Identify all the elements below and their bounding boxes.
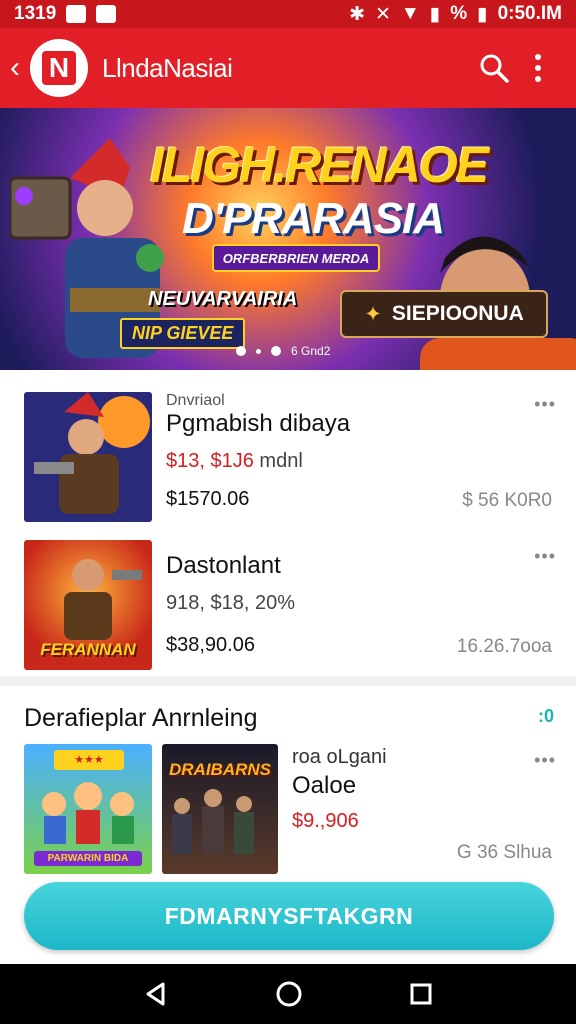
game-thumbnail[interactable] xyxy=(24,392,152,522)
price-highlight: $13, $1J6 xyxy=(166,450,254,472)
battery-icon: ▮ xyxy=(477,3,488,25)
status-bar: 1319 ✱ ✕ ▼ ▮ % ▮ 0:50.IM xyxy=(0,0,576,28)
banner-title: ILIGH.RENAOE xyxy=(150,137,489,193)
status-time: 1319 xyxy=(14,3,57,24)
app-logo[interactable]: N xyxy=(30,39,88,97)
section-divider xyxy=(0,676,576,686)
banner-cta-label: SIEPIOONUA xyxy=(391,302,524,325)
pager-dot[interactable] xyxy=(236,346,246,356)
recents-icon[interactable] xyxy=(409,982,433,1006)
banner-badge: NIP GIEVEE xyxy=(120,318,246,349)
app-bar: ‹ N LlndaNasiai xyxy=(0,28,576,108)
game-amount: $1570.06 xyxy=(166,488,250,510)
back-icon[interactable] xyxy=(143,981,169,1007)
more-horizontal-icon[interactable]: ••• xyxy=(534,394,556,415)
pager-dot[interactable] xyxy=(256,348,261,354)
list-item[interactable]: Dnvriaol Pgmabish dibaya $13, $1J6 mdnl … xyxy=(0,392,576,532)
search-button[interactable] xyxy=(472,46,516,90)
game-meta: 16.26.7ooa xyxy=(456,636,552,657)
game-subtitle: roa oLgani xyxy=(292,746,387,768)
home-icon[interactable] xyxy=(275,980,303,1008)
price-note: mdnl xyxy=(253,450,303,472)
bluetooth-icon: ✱ xyxy=(349,3,365,25)
overflow-menu-button[interactable] xyxy=(516,46,560,90)
app-title: LlndaNasiai xyxy=(102,52,233,83)
game-thumbnail[interactable]: DRAIBARNS xyxy=(162,744,278,874)
game-price: $13, $1J6 mdnl xyxy=(166,450,303,473)
thumbnail-caption: FERANNAN xyxy=(40,640,136,659)
game-developer: Dnvriaol xyxy=(166,392,225,409)
game-title: Oaloe xyxy=(292,772,357,799)
status-left: 1319 xyxy=(14,3,117,25)
game-price: $9.,906 xyxy=(292,810,359,832)
pager-dot[interactable] xyxy=(271,346,281,356)
promo-banner[interactable]: ILIGH.RENAOE D'PRARASIA ORFBERBRIEN MERD… xyxy=(0,108,576,370)
game-meta: $ 56 K0R0 xyxy=(462,490,552,511)
game-thumbnail[interactable]: FERANNAN xyxy=(24,540,152,670)
game-thumbnail[interactable]: ★★★ PARWARIN BIDA xyxy=(24,744,152,874)
thumbnail-caption: PARWARIN BIDA xyxy=(34,851,142,866)
primary-cta-button[interactable]: FDMARNYSFTAKGRN xyxy=(24,882,554,950)
cell-signal-icon: ▮ xyxy=(429,3,441,25)
more-horizontal-icon[interactable]: ••• xyxy=(534,546,556,567)
wifi-icon: ▼ xyxy=(400,3,420,24)
game-character-art xyxy=(64,559,142,640)
notification-icon xyxy=(66,5,87,23)
thumbnail-caption: DRAIBARNS xyxy=(169,760,271,779)
search-icon xyxy=(480,54,509,83)
game-amount: $38,90.06 xyxy=(166,634,255,656)
logo-mark: N xyxy=(42,51,76,85)
app-notification-icon xyxy=(96,5,117,23)
section-list-item[interactable]: ★★★ PARWARIN BIDA DRAIBARNS roa oLgani O… xyxy=(0,744,576,884)
banner-cta-button[interactable]: ✦ SIEPIOONUA xyxy=(340,290,548,338)
system-nav-bar xyxy=(0,964,576,1024)
section-action-icon[interactable]: :0 xyxy=(538,706,554,727)
signal-mute-icon: ✕ xyxy=(375,3,391,25)
game-price: 918, $18, 20% xyxy=(166,592,295,614)
back-chevron-icon[interactable]: ‹ xyxy=(10,53,28,83)
more-vertical-icon xyxy=(535,54,541,82)
clock: 0:50.IM xyxy=(497,3,562,24)
banner-tagline: NEUVARVAIRIA xyxy=(148,288,298,310)
section-title: Derafieplar Anrnleing xyxy=(24,704,258,732)
pager-label: 6 Gnd2 xyxy=(291,344,331,358)
game-meta: G 36 Slhua xyxy=(456,842,552,863)
battery-percent: % xyxy=(450,3,468,24)
status-right: ✱ ✕ ▼ ▮ % ▮ 0:50.IM xyxy=(349,3,562,26)
banner-subtitle: D'PRARASIA xyxy=(182,194,445,243)
game-title: Dastonlant xyxy=(166,552,281,579)
banner-ribbon: ORFBERBRIEN MERDA xyxy=(212,244,380,272)
banner-pager[interactable]: 6 Gnd2 xyxy=(236,344,330,358)
more-horizontal-icon[interactable]: ••• xyxy=(534,750,556,771)
star-icon: ✦ xyxy=(364,302,382,326)
list-item[interactable]: FERANNAN Dastonlant 918, $18, 20% $38,90… xyxy=(0,540,576,680)
game-title: Pgmabish dibaya xyxy=(166,410,351,437)
thumbnail-logo: ★★★ xyxy=(54,750,124,770)
